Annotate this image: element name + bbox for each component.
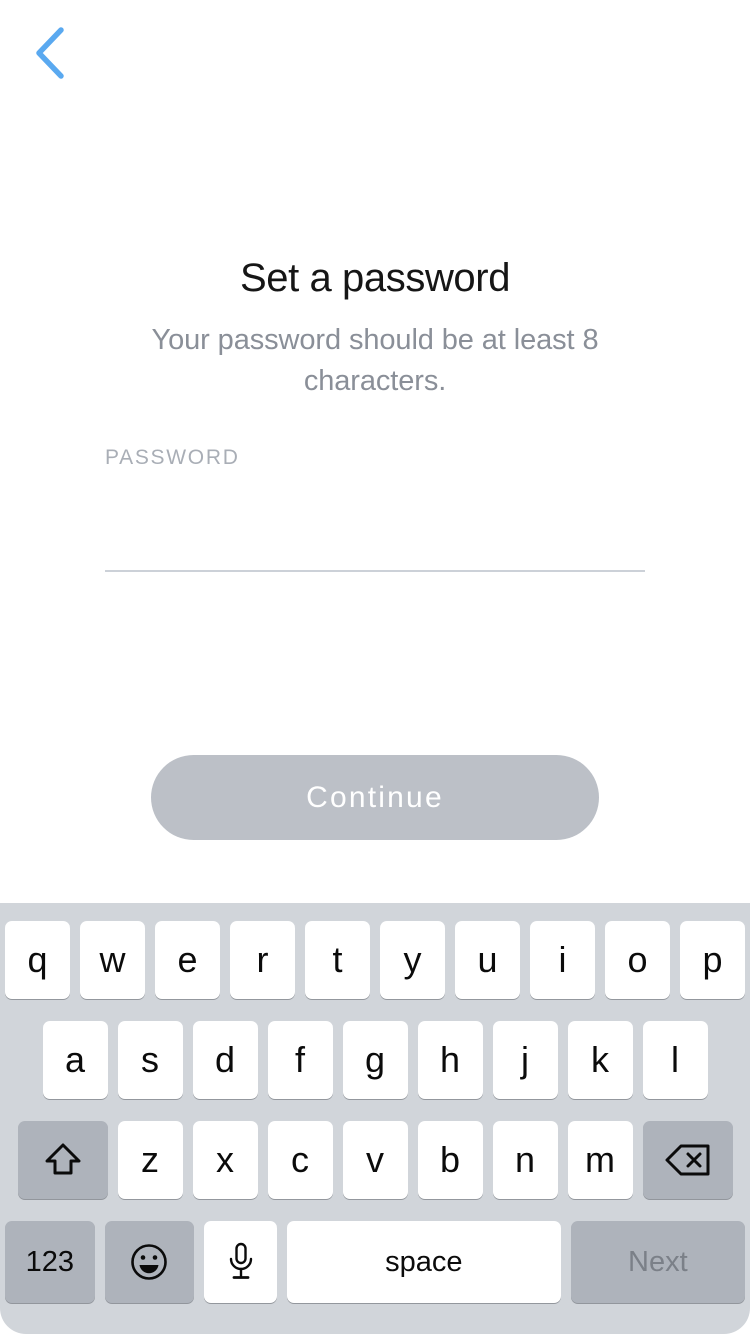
key-w[interactable]: w [80, 921, 145, 999]
keyboard-row-1: q w e r t y u i o p [0, 921, 750, 999]
chevron-left-icon [32, 26, 66, 80]
key-i[interactable]: i [530, 921, 595, 999]
key-n[interactable]: n [492, 1121, 558, 1199]
key-r[interactable]: r [230, 921, 295, 999]
dictation-key[interactable] [204, 1221, 277, 1303]
keyboard-row-3: z x c v b n m [0, 1121, 750, 1199]
password-setup-screen: Set a password Your password should be a… [0, 0, 750, 1334]
key-s[interactable]: s [117, 1021, 183, 1099]
key-j[interactable]: j [492, 1021, 558, 1099]
key-g[interactable]: g [342, 1021, 408, 1099]
next-key[interactable]: Next [570, 1221, 745, 1303]
numbers-key[interactable]: 123 [5, 1221, 95, 1303]
backspace-key[interactable] [642, 1121, 733, 1199]
password-label: PASSWORD [105, 446, 240, 469]
key-p[interactable]: p [680, 921, 745, 999]
keyboard-row-2: a s d f g h j k l [0, 1021, 750, 1099]
continue-button[interactable]: Continue [151, 755, 599, 840]
password-field-group: PASSWORD [105, 446, 645, 572]
key-v[interactable]: v [342, 1121, 408, 1199]
microphone-icon [226, 1241, 256, 1283]
back-button[interactable] [14, 18, 84, 88]
key-d[interactable]: d [192, 1021, 258, 1099]
backspace-delete-icon [664, 1142, 712, 1178]
key-e[interactable]: e [155, 921, 220, 999]
key-a[interactable]: a [42, 1021, 108, 1099]
keyboard-row-4: 123 space Next [0, 1221, 750, 1303]
shift-arrow-icon [43, 1140, 83, 1180]
key-b[interactable]: b [417, 1121, 483, 1199]
key-l[interactable]: l [642, 1021, 708, 1099]
key-h[interactable]: h [417, 1021, 483, 1099]
password-input[interactable] [105, 510, 645, 572]
page-title: Set a password [239, 256, 511, 300]
key-f[interactable]: f [267, 1021, 333, 1099]
key-z[interactable]: z [117, 1121, 183, 1199]
key-t[interactable]: t [305, 921, 370, 999]
key-c[interactable]: c [267, 1121, 333, 1199]
key-o[interactable]: o [605, 921, 670, 999]
key-k[interactable]: k [567, 1021, 633, 1099]
on-screen-keyboard: q w e r t y u i o p a s d f g h j k l z … [0, 903, 750, 1334]
key-m[interactable]: m [567, 1121, 633, 1199]
key-u[interactable]: u [455, 921, 520, 999]
smiley-face-icon [127, 1240, 171, 1284]
key-x[interactable]: x [192, 1121, 258, 1199]
space-key[interactable]: space [286, 1221, 561, 1303]
key-y[interactable]: y [380, 921, 445, 999]
shift-key[interactable] [17, 1121, 108, 1199]
key-q[interactable]: q [5, 921, 70, 999]
emoji-key[interactable] [104, 1221, 195, 1303]
page-subtitle: Your password should be at least 8 chara… [151, 324, 599, 398]
